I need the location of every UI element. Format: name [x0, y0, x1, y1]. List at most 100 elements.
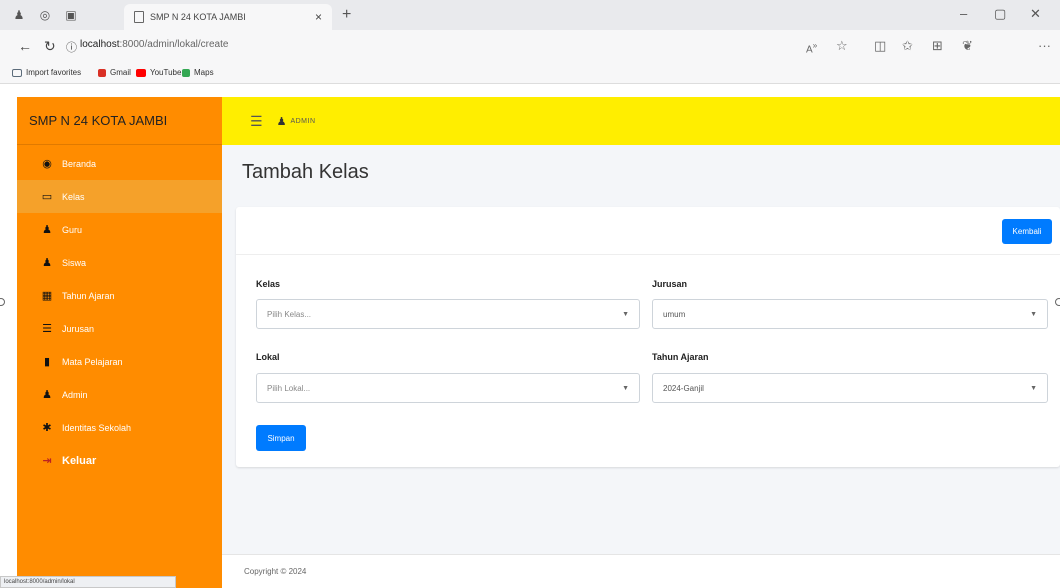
- sidebar-item-label: Keluar: [62, 454, 97, 467]
- sidebar-item-label: Tahun Ajaran: [62, 290, 115, 301]
- user-icon[interactable]: ♟: [277, 115, 287, 128]
- favorite-star-icon[interactable]: ☆: [836, 38, 848, 54]
- lokal-label: Lokal: [256, 352, 280, 362]
- workspaces-icon[interactable]: ◎: [38, 8, 52, 22]
- lokal-select-value: Pilih Lokal...: [267, 383, 311, 393]
- sidebar-item-mata-pelajaran[interactable]: ▮ Mata Pelajaran: [17, 345, 222, 378]
- sidebar-item-label: Admin: [62, 389, 88, 400]
- sidebar-item-label: Beranda: [62, 158, 97, 169]
- copyright-text: Copyright © 2024: [244, 567, 307, 576]
- screen: ♟ ◎ ▣ SMP N 24 KOTA JAMBI × + – ▢ ✕ ← ↻ …: [0, 0, 1060, 588]
- lokal-select[interactable]: Pilih Lokal... ▼: [256, 373, 640, 403]
- tahun-ajaran-select[interactable]: 2024-Ganjil ▼: [652, 373, 1048, 403]
- class-icon: ▭: [41, 191, 53, 203]
- user-icon: ♟: [42, 389, 52, 401]
- card-header: Kembali: [236, 207, 1060, 255]
- sidebar-item-jurusan[interactable]: ☰ Jurusan: [17, 312, 222, 345]
- browser-tab[interactable]: SMP N 24 KOTA JAMBI ×: [124, 4, 332, 30]
- jurusan-select-value: umum: [663, 309, 686, 319]
- read-aloud-icon[interactable]: A»: [806, 40, 817, 55]
- browser-titlebar: ♟ ◎ ▣ SMP N 24 KOTA JAMBI × + – ▢ ✕: [0, 0, 1060, 30]
- tahun-ajaran-label: Tahun Ajaran: [652, 352, 709, 362]
- resize-handle-right[interactable]: [1055, 298, 1060, 306]
- sidebar-item-tahun-ajaran[interactable]: ▦ Tahun Ajaran: [17, 279, 222, 312]
- sidebar-item-label: Kelas: [62, 191, 85, 202]
- bookmark-label: Maps: [194, 68, 214, 77]
- sidebar-item-admin[interactable]: ♟ Admin: [17, 378, 222, 411]
- bookmarks-bar: Import favorites Gmail YouTube Maps: [0, 62, 1060, 84]
- browser-toolbar: ← ↻ ⓘ localhost:8000/admin/lokal/create …: [0, 30, 1060, 62]
- back-button[interactable]: Kembali: [1002, 219, 1052, 244]
- profile-icon[interactable]: ♟: [12, 8, 26, 22]
- chevron-down-icon: ▼: [1030, 385, 1037, 392]
- more-menu-icon[interactable]: ···: [1038, 38, 1051, 53]
- tab-title: SMP N 24 KOTA JAMBI: [150, 12, 246, 22]
- youtube-icon: [136, 68, 146, 77]
- sidebar: SMP N 24 KOTA JAMBI ◉ Beranda ▭ Kelas ♟ Gur…: [17, 97, 222, 588]
- minimize-icon[interactable]: –: [960, 6, 967, 21]
- split-screen-icon[interactable]: ◫: [874, 38, 886, 54]
- sidebar-item-guru[interactable]: ♟ Guru: [17, 213, 222, 246]
- gear-icon: ✱: [42, 422, 52, 434]
- status-url: localhost:8000/admin/lokal: [0, 576, 176, 588]
- page-icon: [134, 11, 144, 23]
- dashboard-icon: ◉: [42, 158, 52, 170]
- sidebar-item-label: Jurusan: [62, 323, 95, 334]
- address-field[interactable]: localhost:8000/admin/lokal/create: [80, 39, 228, 50]
- kelas-select-value: Pilih Kelas...: [267, 309, 312, 319]
- form-card: Kembali Kelas Pilih Kelas... ▼ Jurusan u…: [236, 207, 1060, 467]
- user-icon: ♟: [42, 224, 52, 236]
- user-icon: ♟: [42, 257, 52, 269]
- logout-icon: ⇥: [42, 455, 52, 467]
- sidebar-item-siswa[interactable]: ♟ Siswa: [17, 246, 222, 279]
- favorites-icon[interactable]: ✩: [902, 38, 913, 54]
- list-icon: ☰: [42, 323, 52, 335]
- bookmark-gmail[interactable]: Gmail: [98, 68, 131, 77]
- jurusan-select[interactable]: umum ▼: [652, 299, 1048, 329]
- main-content: Tambah Kelas Kembali Kelas Pilih Kelas..…: [222, 145, 1060, 554]
- extensions-icon[interactable]: ❦: [962, 38, 973, 54]
- book-icon: ▮: [43, 356, 51, 368]
- calendar-icon: ▦: [41, 290, 53, 302]
- bookmark-maps[interactable]: Maps: [182, 68, 214, 77]
- close-window-icon[interactable]: ✕: [1030, 6, 1041, 22]
- collections-icon[interactable]: ⊞: [932, 38, 943, 54]
- tab-close-icon[interactable]: ×: [315, 10, 322, 24]
- maps-icon: [182, 68, 190, 77]
- sidebar-item-identitas-sekolah[interactable]: ✱ Identitas Sekolah: [17, 411, 222, 444]
- chevron-down-icon: ▼: [622, 385, 629, 392]
- resize-handle-left[interactable]: [0, 298, 5, 306]
- save-button[interactable]: Simpan: [256, 425, 306, 451]
- gmail-icon: [98, 68, 106, 77]
- sidebar-item-label: Siswa: [62, 257, 87, 268]
- new-tab-icon[interactable]: +: [342, 6, 351, 24]
- tab-actions-icon[interactable]: ▣: [64, 8, 78, 22]
- hamburger-menu-icon[interactable]: ☰: [250, 113, 263, 130]
- tahun-ajaran-select-value: 2024-Ganjil: [663, 383, 704, 393]
- kelas-label: Kelas: [256, 279, 281, 289]
- chevron-down-icon: ▼: [622, 311, 629, 318]
- sidebar-item-label: Identitas Sekolah: [62, 422, 132, 433]
- bookmark-label: Gmail: [110, 68, 131, 77]
- footer: Copyright © 2024: [222, 554, 1060, 588]
- kelas-select[interactable]: Pilih Kelas... ▼: [256, 299, 640, 329]
- sidebar-item-keluar[interactable]: ⇥ Keluar: [17, 444, 222, 477]
- page-title: Tambah Kelas: [242, 161, 369, 183]
- sidebar-item-label: Guru: [62, 224, 83, 235]
- brand-title[interactable]: SMP N 24 KOTA JAMBI: [17, 97, 222, 145]
- top-navbar: ☰ ♟ ADMIN: [222, 97, 1060, 145]
- back-arrow-icon[interactable]: ←: [18, 38, 32, 54]
- maximize-icon[interactable]: ▢: [994, 6, 1006, 22]
- bookmark-youtube[interactable]: YouTube: [136, 68, 181, 77]
- sidebar-menu: ◉ Beranda ▭ Kelas ♟ Guru ♟ Siswa ▦ Tahun Ajar…: [17, 145, 222, 477]
- sidebar-item-kelas[interactable]: ▭ Kelas: [17, 180, 222, 213]
- bookmark-import-favorites[interactable]: Import favorites: [12, 68, 81, 77]
- reload-icon[interactable]: ↻: [44, 38, 56, 55]
- bookmark-label: YouTube: [150, 68, 182, 77]
- sidebar-item-label: Mata Pelajaran: [62, 356, 123, 367]
- import-icon: [12, 68, 22, 77]
- info-icon[interactable]: ⓘ: [66, 39, 77, 55]
- sidebar-item-beranda[interactable]: ◉ Beranda: [17, 147, 222, 180]
- jurusan-label: Jurusan: [652, 279, 688, 289]
- user-label[interactable]: ADMIN: [290, 118, 315, 125]
